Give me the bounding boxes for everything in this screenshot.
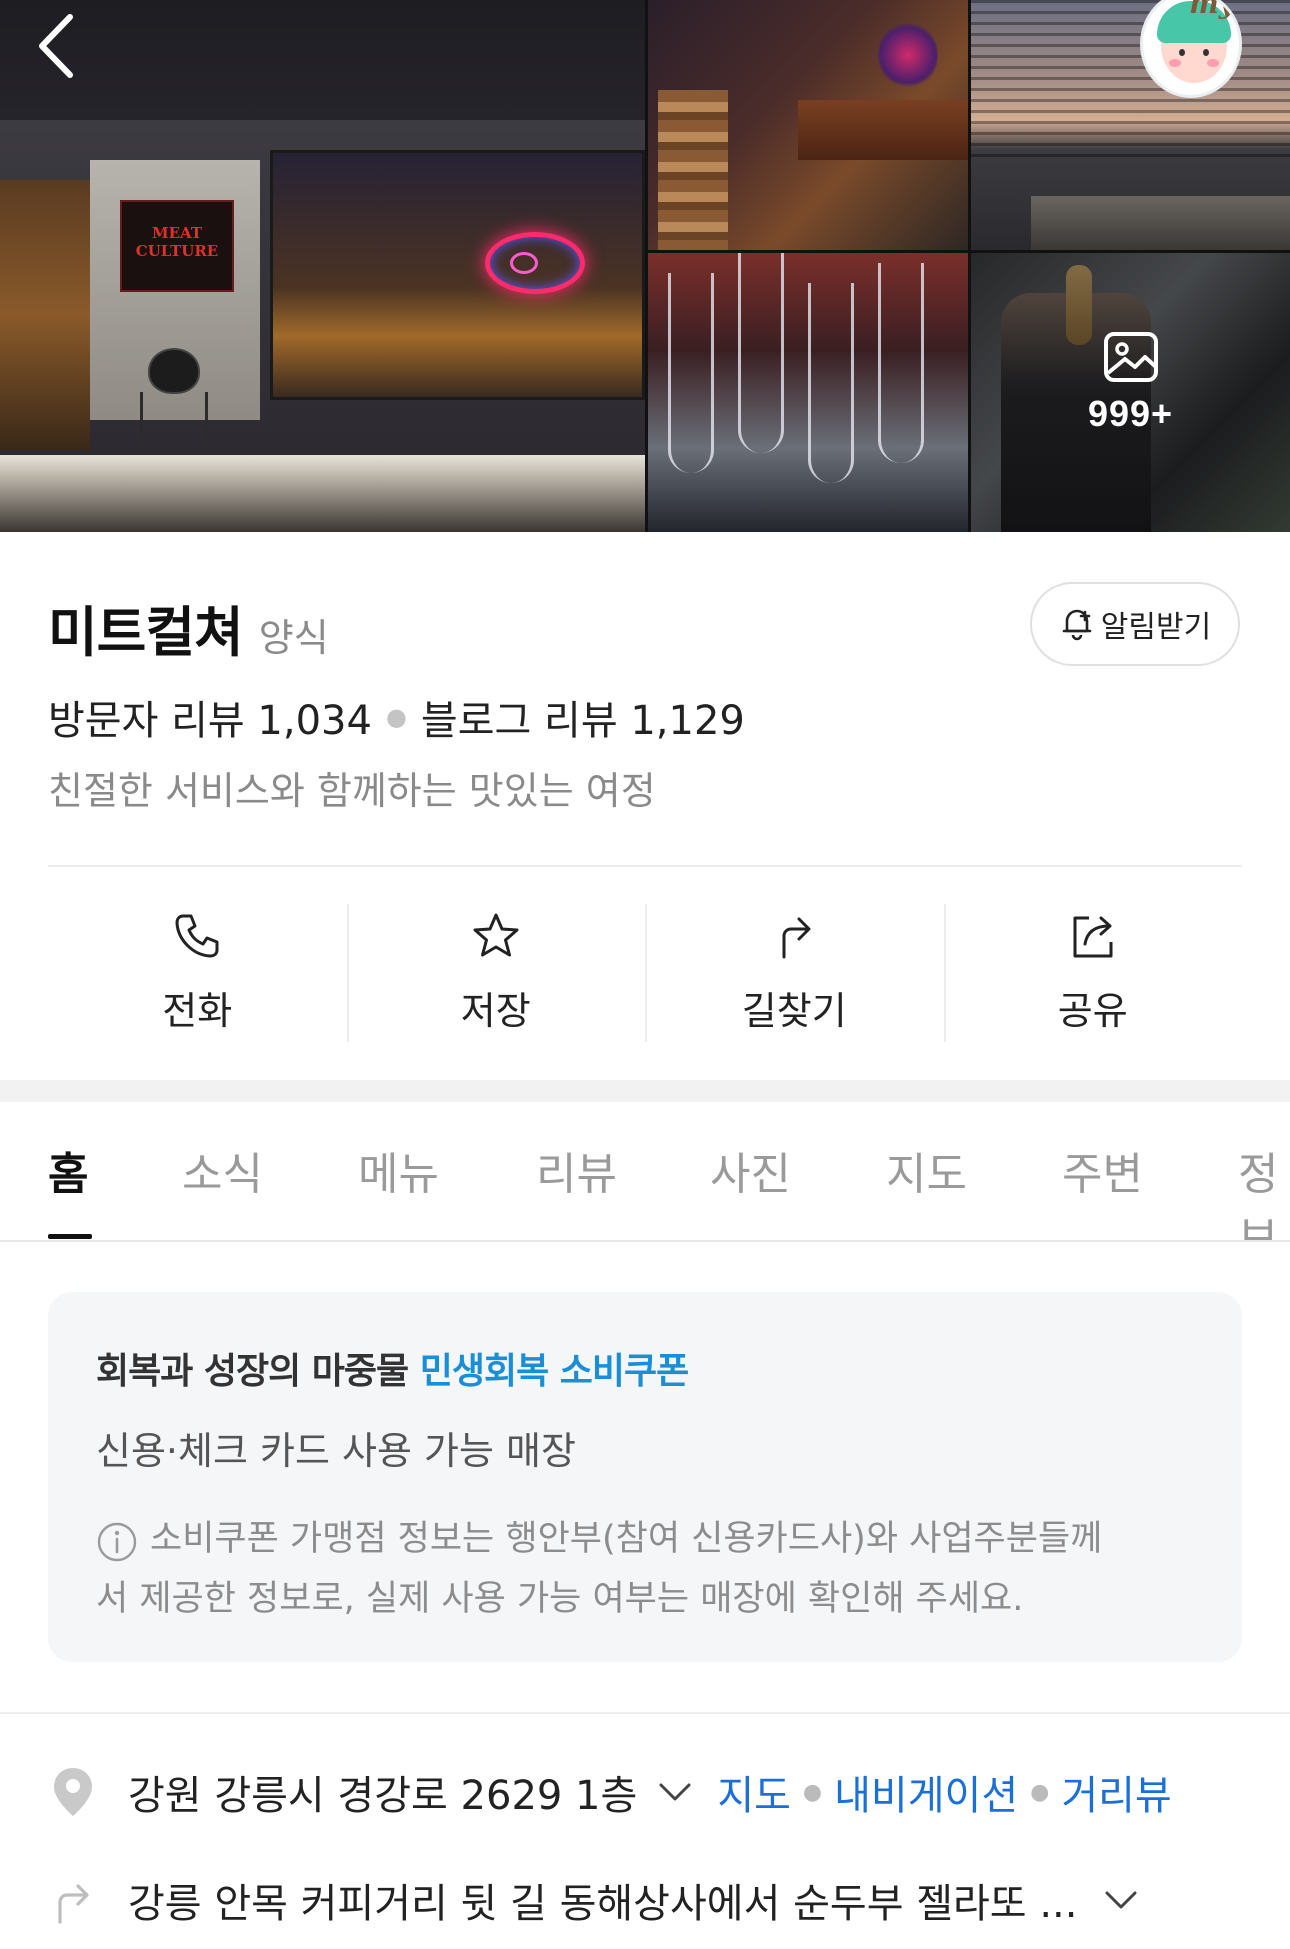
bell-plus-icon [1062,609,1092,641]
coupon-note-line2: 서 제공한 정보로, 실제 사용 가능 여부는 매장에 확인해 주세요. [96,1579,1024,1619]
divider [0,1712,1290,1714]
storefront-sign: MEAT CULTURE [120,200,234,292]
address-row: 강원 강릉시 경강로 2629 1층 지도 ● 내비게이션 ● 거리뷰 [48,1762,1172,1822]
directions-button[interactable]: 길찾기 [645,904,944,1042]
chevron-down-icon[interactable] [1101,1885,1141,1915]
chevron-down-icon[interactable] [655,1777,695,1807]
tab-news[interactable]: 소식 [182,1138,263,1202]
info-icon [97,1522,137,1562]
address-text[interactable]: 강원 강릉시 경강로 2629 1층 [128,1763,637,1821]
blog-review-link[interactable]: 블로그 리뷰 1,129 [421,688,745,746]
tab-nearby[interactable]: 주변 [1062,1138,1143,1202]
tab-home[interactable]: 홈 [48,1138,88,1202]
share-icon [1073,916,1113,958]
coupon-note: 소비쿠폰 가맹점 정보는 행안부(참여 신용카드사)와 사업주분들께 서 제공한… [96,1509,1194,1629]
directions-icon [782,917,811,959]
coupon-card[interactable]: 회복과 성장의 마중물 민생회복 소비쿠폰 신용·체크 카드 사용 가능 매장 … [48,1292,1242,1662]
navigation-link[interactable]: 내비게이션 [834,1763,1018,1821]
photo-gallery[interactable]: MEAT CULTURE 999+ my [0,0,1290,532]
place-category: 양식 [258,616,329,660]
tab-photos[interactable]: 사진 [710,1138,791,1202]
visitor-review-link[interactable]: 방문자 리뷰 1,034 [48,688,372,746]
gallery-photo-storefront[interactable]: MEAT CULTURE [0,0,645,532]
gallery-photo-more[interactable]: 999+ [971,253,1290,532]
tab-info[interactable]: 정보 [1238,1138,1290,1240]
divider [48,865,1242,867]
coupon-accent: 민생회복 소비쿠폰 [419,1351,689,1392]
share-button-label: 공유 [1057,989,1128,1033]
photo-count-overlay: 999+ [971,331,1290,435]
separator-dot: ● [385,703,407,731]
tab-menu[interactable]: 메뉴 [358,1138,439,1202]
coupon-subtitle: 신용·체크 카드 사용 가능 매장 [96,1429,576,1473]
save-button-label: 저장 [460,989,531,1033]
grill [148,348,200,394]
my-logo-text: my [1189,0,1235,20]
back-button[interactable] [36,10,96,82]
chevron-left-icon [39,14,73,78]
page-title: 미트컬쳐 [48,601,244,664]
gallery-photo-interior[interactable] [648,0,968,250]
save-button[interactable]: 저장 [346,904,646,1042]
directions-text: 강릉 안목 커피거리 뒷 길 동해상사에서 순두부 젤라또 ... [128,1881,1078,1927]
star-icon [473,913,519,957]
coupon-note-line1: 소비쿠폰 가맹점 정보는 행안부(참여 신용카드사)와 사업주분들께 [150,1519,1103,1559]
call-button[interactable]: 전화 [48,904,347,1042]
share-button[interactable]: 공유 [943,904,1243,1042]
directions-button-label: 길찾기 [741,989,847,1033]
place-title-row: 미트컬쳐 양식 [48,588,329,667]
tab-bar: 홈 소식 메뉴 리뷰 사진 지도 주변 정보 [0,1102,1290,1242]
coupon-headline: 회복과 성장의 마중물 민생회복 소비쿠폰 [96,1351,689,1392]
directions-row[interactable]: 강릉 안목 커피거리 뒷 길 동해상사에서 순두부 젤라또 ... [48,1870,1141,1930]
call-button-label: 전화 [162,989,233,1033]
phone-icon [175,914,219,958]
alarm-button[interactable]: 알림받기 [1030,582,1240,666]
gallery-photo-window-view[interactable] [971,0,1290,250]
image-icon [1103,332,1158,382]
map-pin-icon [54,1768,92,1816]
map-link[interactable]: 지도 [717,1763,791,1821]
alarm-button-label: 알림받기 [1100,610,1212,645]
tab-reviews[interactable]: 리뷰 [536,1138,617,1202]
place-description: 친절한 서비스와 함께하는 맛있는 여정 [48,769,656,813]
action-bar: 전화 저장 길찾기 공유 [48,904,1242,1042]
photo-count: 999+ [1087,393,1174,434]
tab-map[interactable]: 지도 [886,1138,967,1202]
street-view-link[interactable]: 거리뷰 [1061,1763,1171,1821]
gallery-photo-wine-glasses[interactable] [648,253,968,532]
directions-arrow-icon [58,1884,89,1924]
active-tab-indicator [48,1234,92,1239]
section-spacer [0,1080,1290,1102]
review-counts: 방문자 리뷰 1,034 ● 블로그 리뷰 1,129 [48,688,745,746]
